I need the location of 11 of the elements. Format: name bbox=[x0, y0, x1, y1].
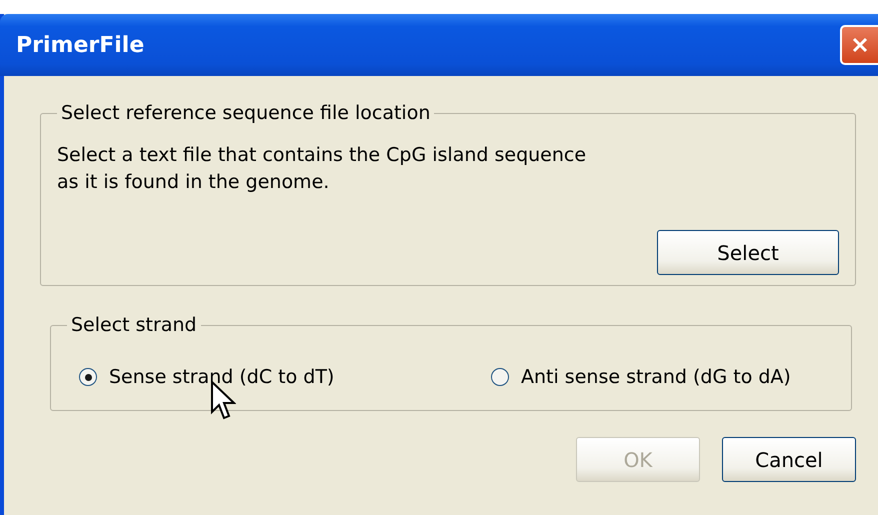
radio-option[interactable]: Sense strand (dC to dT) bbox=[79, 366, 491, 388]
group-legend: Select reference sequence file location bbox=[57, 102, 434, 124]
radio-button[interactable] bbox=[79, 368, 97, 386]
close-button[interactable] bbox=[840, 25, 878, 65]
window-title: PrimerFile bbox=[16, 32, 144, 58]
select-button[interactable]: Select bbox=[657, 230, 839, 275]
radio-button[interactable] bbox=[491, 368, 509, 386]
group-legend: Select strand bbox=[67, 314, 201, 336]
description-text: Select a text file that contains the CpG island sequence as it is found in the genome. bbox=[57, 143, 588, 195]
radio-label: Sense strand (dC to dT) bbox=[109, 366, 334, 388]
cancel-button[interactable]: Cancel bbox=[722, 437, 856, 482]
